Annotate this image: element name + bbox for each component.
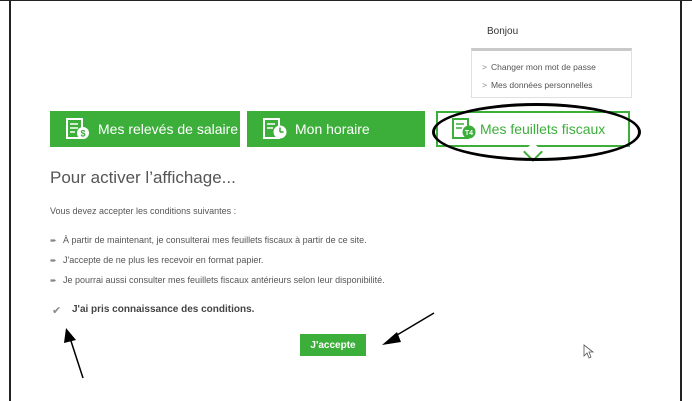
mouse-cursor-icon: [583, 344, 595, 359]
annotation-arrows: [64, 312, 595, 379]
annotation-arrowhead-checkbox: [64, 328, 76, 343]
annotation-arrow-checkbox: [69, 337, 84, 379]
annotation-arrow-button: [391, 312, 435, 339]
